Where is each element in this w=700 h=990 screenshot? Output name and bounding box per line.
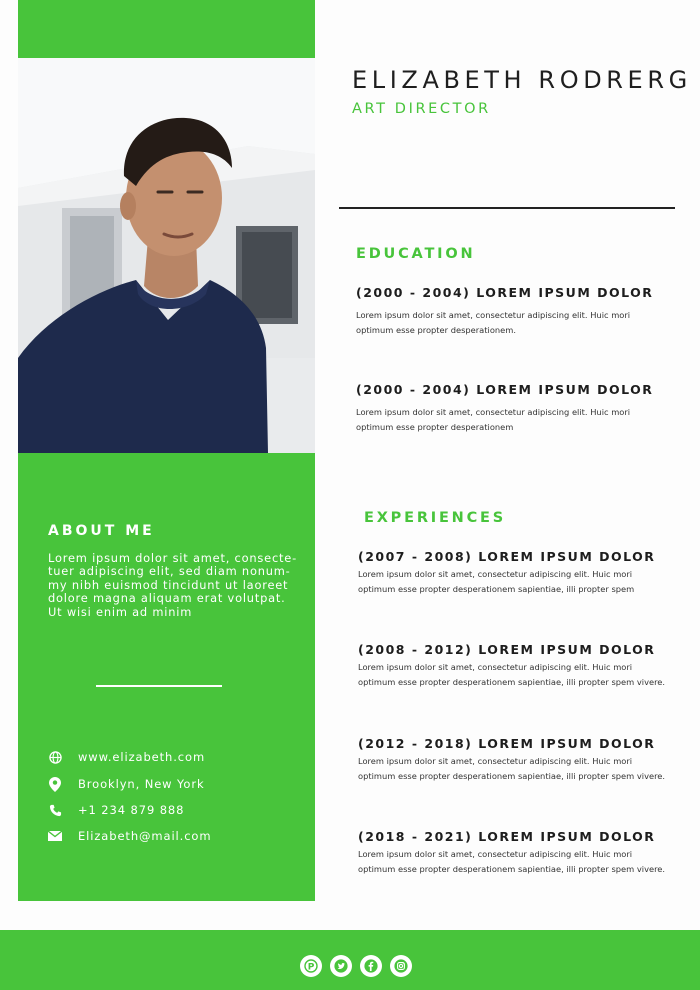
desc-line: Lorem ipsum dolor sit amet, consectetur … xyxy=(358,849,633,859)
contact-website[interactable]: www.elizabeth.com xyxy=(48,748,205,766)
experience-entry-title: (2007 - 2008) LOREM IPSUM DOLOR xyxy=(358,549,656,564)
experience-entry-desc: Lorem ipsum dolor sit amet, consectetur … xyxy=(358,567,678,597)
desc-line: optimum esse propter desperationem sapie… xyxy=(358,771,666,781)
contact-email[interactable]: Elizabeth@mail.com xyxy=(48,827,211,845)
desc-line: Lorem ipsum dolor sit amet, consectetur … xyxy=(356,310,631,320)
contact-phone[interactable]: +1 234 879 888 xyxy=(48,801,184,819)
svg-text:P: P xyxy=(308,963,315,973)
experience-entry-title: (2008 - 2012) LOREM IPSUM DOLOR xyxy=(358,642,656,657)
experience-entry-title: (2018 - 2021) LOREM IPSUM DOLOR xyxy=(358,829,656,844)
education-entry-desc: Lorem ipsum dolor sit amet, consectetur … xyxy=(356,308,676,338)
about-line: my nibh euismod tincidunt ut laoreet xyxy=(48,577,289,592)
about-line: tuer adipiscing elit, sed diam nonum- xyxy=(48,564,291,579)
pinterest-icon[interactable]: P xyxy=(300,955,322,977)
header-divider xyxy=(339,207,675,209)
desc-line: Lorem ipsum dolor sit amet, consectetur … xyxy=(356,407,631,417)
instagram-icon[interactable] xyxy=(390,955,412,977)
about-divider xyxy=(96,685,222,687)
top-accent-block xyxy=(18,0,315,58)
experience-entry-title: (2012 - 2018) LOREM IPSUM DOLOR xyxy=(358,736,656,751)
footer-bar: P xyxy=(0,930,700,990)
desc-line: Lorem ipsum dolor sit amet, consectetur … xyxy=(358,569,633,579)
job-title: ART DIRECTOR xyxy=(352,101,491,117)
location-pin-icon xyxy=(48,776,62,792)
desc-line: optimum esse propter desperationem sapie… xyxy=(358,864,666,874)
education-entry-title: (2000 - 2004) LOREM IPSUM DOLOR xyxy=(356,285,654,300)
website-text[interactable]: www.elizabeth.com xyxy=(78,750,205,764)
person-name: ELIZABETH RODRERG xyxy=(352,66,692,94)
desc-line: Lorem ipsum dolor sit amet, consectetur … xyxy=(358,662,633,672)
experiences-heading: EXPERIENCES xyxy=(364,510,507,526)
phone-icon xyxy=(48,803,62,817)
desc-line: Lorem ipsum dolor sit amet, consectetur … xyxy=(358,756,633,766)
education-entry-desc: Lorem ipsum dolor sit amet, consectetur … xyxy=(356,405,676,435)
education-heading: EDUCATION xyxy=(356,246,476,262)
about-line: Lorem ipsum dolor sit amet, consecte- xyxy=(48,551,297,565)
profile-photo xyxy=(18,58,315,453)
about-me-heading: ABOUT ME xyxy=(48,523,155,539)
location-text: Brooklyn, New York xyxy=(78,777,205,791)
experience-entry-desc: Lorem ipsum dolor sit amet, consectetur … xyxy=(358,754,678,784)
twitter-icon[interactable] xyxy=(330,955,352,977)
desc-line: optimum esse propter desperationem sapie… xyxy=(358,584,635,594)
about-line: dolore magna aliquam erat volutpat. xyxy=(48,591,286,606)
about-contact-panel: ABOUT ME Lorem ipsum dolor sit amet, con… xyxy=(18,453,315,901)
facebook-icon[interactable] xyxy=(360,955,382,977)
email-text[interactable]: Elizabeth@mail.com xyxy=(78,829,211,843)
mail-icon xyxy=(48,829,62,843)
desc-line: optimum esse propter desperationem sapie… xyxy=(358,677,666,687)
about-me-text: Lorem ipsum dolor sit amet, consecte- tu… xyxy=(48,551,298,619)
phone-text[interactable]: +1 234 879 888 xyxy=(78,803,184,817)
desc-line: optimum esse propter desperationem. xyxy=(356,325,516,335)
contact-location: Brooklyn, New York xyxy=(48,775,205,793)
desc-line: optimum esse propter desperationem xyxy=(356,422,514,432)
about-line: Ut wisi enim ad minim xyxy=(48,604,193,619)
education-entry-title: (2000 - 2004) LOREM IPSUM DOLOR xyxy=(356,382,654,397)
experience-entry-desc: Lorem ipsum dolor sit amet, consectetur … xyxy=(358,847,678,877)
experience-entry-desc: Lorem ipsum dolor sit amet, consectetur … xyxy=(358,660,678,690)
globe-icon xyxy=(48,750,62,764)
